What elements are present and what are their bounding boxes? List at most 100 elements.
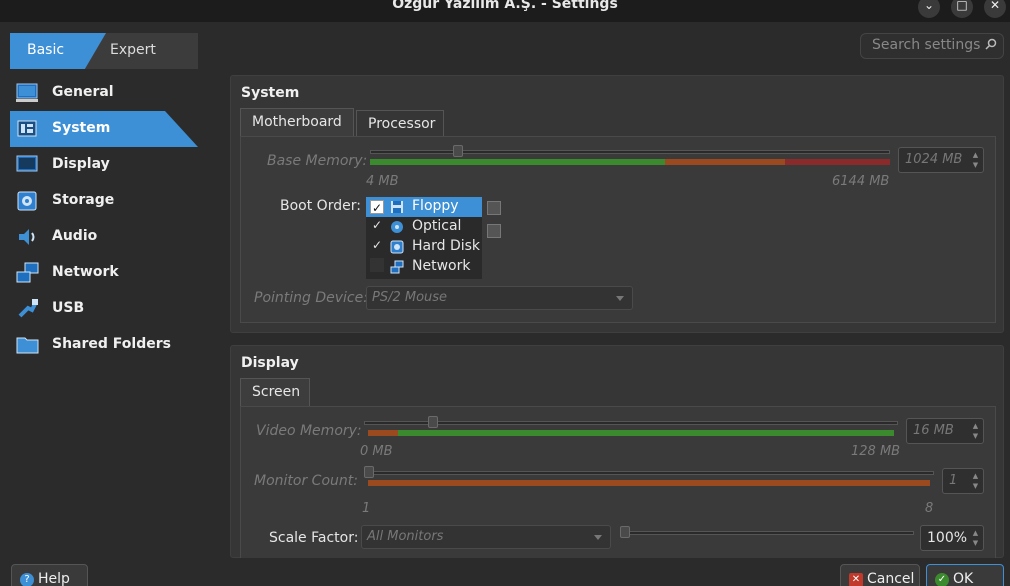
video-memory-spinbox[interactable]: 16 MB ▲ ▼ <box>906 418 984 444</box>
ok-button[interactable]: ✓ OK <box>926 564 1004 586</box>
band-safe <box>370 159 665 165</box>
nav-item-label: Display <box>52 156 110 172</box>
pointing-device-combo[interactable]: PS/2 Mouse <box>366 286 633 310</box>
move-up-icon[interactable] <box>487 201 501 215</box>
boot-item-optical[interactable]: ✓ Optical <box>366 217 482 237</box>
spin-arrows-icon[interactable]: ▲ ▼ <box>970 150 981 170</box>
monitor-count-label: Monitor Count: <box>254 473 358 489</box>
band-safe <box>398 430 894 436</box>
band-warning <box>368 480 930 486</box>
tab-motherboard[interactable]: Motherboard <box>240 108 354 136</box>
audio-icon <box>16 226 40 248</box>
help-button[interactable]: ? Help <box>11 564 88 586</box>
band-warning <box>368 430 398 436</box>
spin-arrows-icon[interactable]: ▲ ▼ <box>970 421 981 441</box>
nav-item-audio[interactable]: Audio <box>10 219 220 255</box>
video-memory-label: Video Memory: <box>256 423 362 439</box>
boot-order-list[interactable]: ✓ Floppy ✓ Optical ✓ Hard Disk Network <box>366 197 482 279</box>
nav-item-label: Network <box>52 264 119 280</box>
checkbox[interactable]: ✓ <box>370 200 384 215</box>
base-memory-value: 1024 MB <box>905 152 963 167</box>
slider-handle[interactable] <box>428 416 438 428</box>
system-group-title: System <box>241 85 300 101</box>
spin-arrows-icon[interactable]: ▲ ▼ <box>970 528 981 548</box>
chevron-down-icon <box>594 535 602 540</box>
optical-disc-icon <box>390 220 404 234</box>
display-group-title: Display <box>241 355 299 371</box>
nav-item-network[interactable]: Network <box>10 255 220 291</box>
base-memory-slider[interactable] <box>370 145 890 169</box>
boot-item-label: Floppy <box>412 198 459 214</box>
boot-item-label: Network <box>412 258 471 274</box>
cancel-icon: ✕ <box>849 573 863 586</box>
system-icon <box>16 118 40 140</box>
network-icon <box>16 262 40 284</box>
slider-handle[interactable] <box>453 145 463 157</box>
mode-switch: Basic Expert <box>10 33 198 69</box>
video-memory-value: 16 MB <box>913 423 954 438</box>
close-button[interactable]: ✕ <box>984 0 1006 18</box>
nav-item-general[interactable]: General <box>10 75 220 111</box>
shared-folders-icon <box>16 334 40 356</box>
nav-item-label: System <box>52 120 111 136</box>
cancel-button[interactable]: ✕ Cancel <box>840 564 920 586</box>
scale-factor-slider[interactable] <box>620 526 914 550</box>
nav-item-storage[interactable]: Storage <box>10 183 220 219</box>
checkbox[interactable]: ✓ <box>370 238 384 252</box>
display-icon <box>16 154 40 176</box>
pointing-device-value: PS/2 Mouse <box>372 290 448 305</box>
checkbox[interactable] <box>370 258 384 272</box>
nav-item-label: General <box>52 84 114 100</box>
video-memory-max: 128 MB <box>851 444 901 459</box>
band-warning <box>665 159 785 165</box>
boot-item-floppy[interactable]: ✓ Floppy <box>366 197 482 217</box>
scale-monitor-value: All Monitors <box>367 529 444 544</box>
window-title: Özgür Yazılım A.Ş. - Settings <box>392 0 618 12</box>
boot-item-label: Hard Disk <box>412 238 481 254</box>
band-danger <box>785 159 890 165</box>
search-input[interactable]: Search settings <box>860 33 1004 59</box>
monitor-count-value: 1 <box>949 473 958 488</box>
settings-nav: General System Display Storage Audio Net… <box>10 75 220 363</box>
network-icon <box>390 260 404 274</box>
scale-factor-spinbox[interactable]: 100% ▲ ▼ <box>920 525 984 551</box>
tab-screen[interactable]: Screen <box>240 378 310 406</box>
monitor-count-slider[interactable] <box>364 466 934 490</box>
search-icon <box>985 38 997 53</box>
base-memory-max: 6144 MB <box>832 174 890 189</box>
base-memory-spinbox[interactable]: 1024 MB ▲ ▼ <box>898 147 984 173</box>
monitor-count-spinbox[interactable]: 1 ▲ ▼ <box>942 468 984 494</box>
nav-item-system[interactable]: System <box>10 111 198 147</box>
boot-item-network[interactable]: Network <box>366 257 482 277</box>
help-icon: ? <box>20 573 34 586</box>
cancel-label: Cancel <box>867 571 915 586</box>
nav-item-label: Audio <box>52 228 98 244</box>
usb-icon <box>16 298 40 320</box>
video-memory-slider[interactable] <box>364 416 898 440</box>
video-memory-min: 0 MB <box>360 444 393 459</box>
nav-item-usb[interactable]: USB <box>10 291 220 327</box>
spin-arrows-icon[interactable]: ▲ ▼ <box>970 471 981 491</box>
minimize-button[interactable]: ⌄ <box>918 0 940 18</box>
maximize-button[interactable]: □ <box>951 0 973 18</box>
base-memory-label: Base Memory: <box>267 153 368 169</box>
ok-label: OK <box>953 571 974 586</box>
chevron-down-icon <box>616 296 624 301</box>
boot-item-hard-disk[interactable]: ✓ Hard Disk <box>366 237 482 257</box>
slider-handle[interactable] <box>364 466 374 478</box>
basic-mode-tab[interactable]: Basic <box>10 33 106 69</box>
nav-item-display[interactable]: Display <box>10 147 220 183</box>
pointing-device-label: Pointing Device: <box>254 290 368 306</box>
scale-monitor-combo[interactable]: All Monitors <box>361 525 611 549</box>
slider-handle[interactable] <box>620 526 630 538</box>
expert-mode-tab[interactable]: Expert <box>110 42 156 58</box>
search-placeholder: Search settings <box>872 37 981 53</box>
move-down-icon[interactable] <box>487 224 501 238</box>
general-icon <box>16 82 40 104</box>
scale-factor-value: 100% <box>927 530 968 546</box>
nav-item-shared-folders[interactable]: Shared Folders <box>10 327 220 363</box>
storage-icon <box>16 190 40 212</box>
tab-processor[interactable]: Processor <box>356 110 444 136</box>
boot-order-label: Boot Order: <box>280 198 361 214</box>
checkbox[interactable]: ✓ <box>370 218 384 232</box>
